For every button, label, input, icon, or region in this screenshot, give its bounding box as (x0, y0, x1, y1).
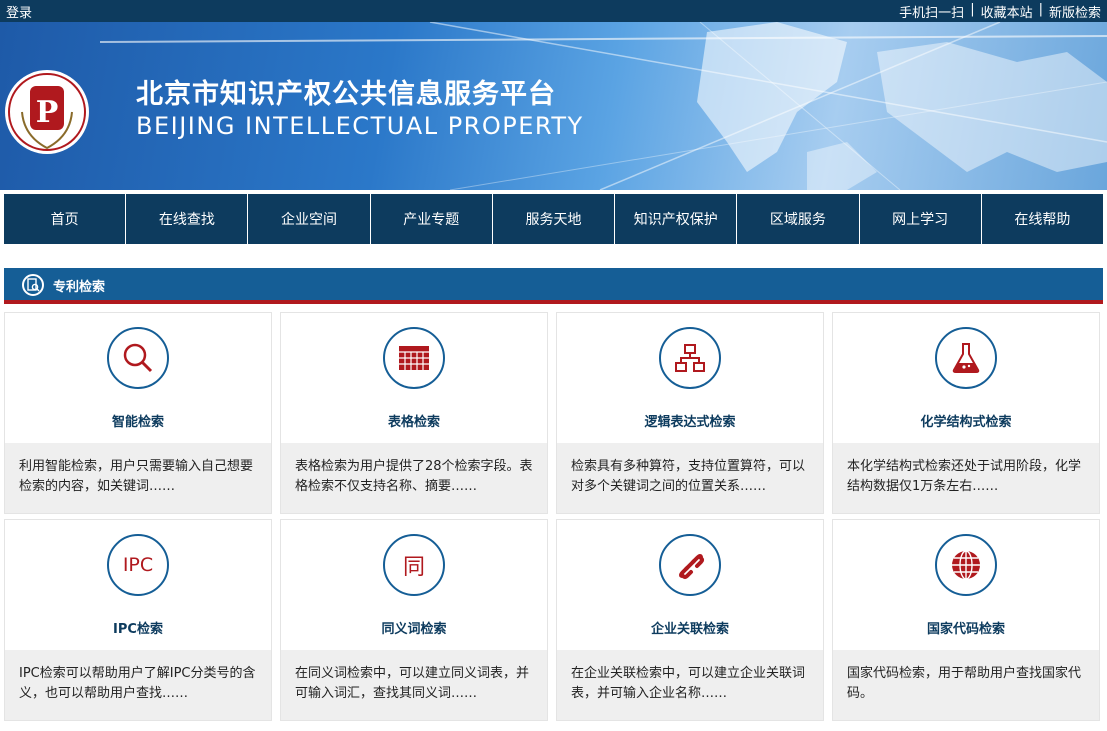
nav-item-services[interactable]: 服务天地 (493, 194, 616, 244)
card-title[interactable]: 企业关联检索 (557, 618, 823, 637)
mobile-scan-link[interactable]: 手机扫一扫 (899, 2, 964, 21)
card-description: 检索具有多种算符，支持位置算符，可以对多个关键词之间的位置关系…… (557, 443, 823, 513)
card-title[interactable]: 化学结构式检索 (833, 411, 1099, 430)
search-card-chemical[interactable]: 化学结构式检索 本化学结构式检索还处于试用阶段，化学结构数据仅1万条左右…… (832, 312, 1100, 514)
separator: | (970, 2, 975, 17)
search-card-country-code[interactable]: 国家代码检索 国家代码检索，用于帮助用户查找国家代码。 (832, 519, 1100, 721)
card-description: 国家代码检索，用于帮助用户查找国家代码。 (833, 650, 1099, 720)
search-card-enterprise-link[interactable]: 企业关联检索 在企业关联检索中，可以建立企业关联词表，并可输入企业名称…… (556, 519, 824, 721)
search-card-synonym[interactable]: 同 同义词检索 在同义词检索中，可以建立同义词表，并可输入词汇，查找其同义词…… (280, 519, 548, 721)
card-title[interactable]: 国家代码检索 (833, 618, 1099, 637)
site-title-cn: 北京市知识产权公共信息服务平台 (136, 79, 556, 110)
banner: P 北京市知识产权公共信息服务平台 BEIJING INTELLECTUAL P… (0, 22, 1107, 190)
section-title: 专利检索 (53, 280, 106, 295)
card-title[interactable]: IPC检索 (5, 618, 271, 637)
table-icon (383, 327, 445, 389)
new-search-link[interactable]: 新版检索 (1049, 2, 1101, 21)
nav-item-learning[interactable]: 网上学习 (860, 194, 982, 244)
search-card-table[interactable]: 表格检索 表格检索为用户提供了28个检索字段。表格检索不仅支持名称、摘要…… (280, 312, 548, 514)
main-nav: 首页 在线查找 企业空间 产业专题 服务天地 知识产权保护 区域服务 网上学习 … (4, 194, 1103, 244)
card-description: 在同义词检索中，可以建立同义词表，并可输入词汇，查找其同义词…… (281, 650, 547, 720)
nav-item-ip-protection[interactable]: 知识产权保护 (615, 194, 738, 244)
search-doc-icon (22, 274, 44, 296)
card-description: IPC检索可以帮助用户了解IPC分类号的含义，也可以帮助用户查找…… (5, 650, 271, 720)
nav-item-industry[interactable]: 产业专题 (371, 194, 493, 244)
nav-item-online-search[interactable]: 在线查找 (126, 194, 249, 244)
nav-item-regional[interactable]: 区域服务 (737, 194, 860, 244)
flask-icon (935, 327, 997, 389)
nav-item-home[interactable]: 首页 (4, 194, 127, 244)
card-description: 在企业关联检索中，可以建立企业关联词表，并可输入企业名称…… (557, 650, 823, 720)
logo-emblem: P (5, 70, 89, 154)
card-title[interactable]: 智能检索 (5, 411, 271, 430)
card-description: 表格检索为用户提供了28个检索字段。表格检索不仅支持名称、摘要…… (281, 443, 547, 513)
ipc-text-icon: IPC (107, 534, 169, 596)
login-link[interactable]: 登录 (6, 2, 32, 21)
card-description: 本化学结构式检索还处于试用阶段，化学结构数据仅1万条左右…… (833, 443, 1099, 513)
top-bar: 登录 手机扫一扫 | 收藏本站 | 新版检索 (0, 0, 1107, 22)
globe-icon (935, 534, 997, 596)
card-title[interactable]: 同义词检索 (281, 618, 547, 637)
search-card-ipc[interactable]: IPC IPC检索 IPC检索可以帮助用户了解IPC分类号的含义，也可以帮助用户… (4, 519, 272, 721)
link-icon (659, 534, 721, 596)
card-title[interactable]: 逻辑表达式检索 (557, 411, 823, 430)
synonym-icon: 同 (383, 534, 445, 596)
card-description: 利用智能检索，用户只需要输入自己想要检索的内容，如关键词…… (5, 443, 271, 513)
bookmark-link[interactable]: 收藏本站 (981, 2, 1033, 21)
search-card-smart[interactable]: 智能检索 利用智能检索，用户只需要输入自己想要检索的内容，如关键词…… (4, 312, 272, 514)
magnifier-icon (107, 327, 169, 389)
section-header: 专利检索 (4, 268, 1103, 304)
nav-item-help[interactable]: 在线帮助 (982, 194, 1103, 244)
site-title-en: BEIJING INTELLECTUAL PROPERTY (136, 112, 584, 140)
hierarchy-icon (659, 327, 721, 389)
card-title[interactable]: 表格检索 (281, 411, 547, 430)
search-card-logic[interactable]: 逻辑表达式检索 检索具有多种算符，支持位置算符，可以对多个关键词之间的位置关系…… (556, 312, 824, 514)
separator: | (1038, 2, 1043, 17)
nav-item-enterprise[interactable]: 企业空间 (248, 194, 371, 244)
top-links: 手机扫一扫 | 收藏本站 | 新版检索 (899, 2, 1101, 21)
svg-text:P: P (36, 95, 59, 130)
